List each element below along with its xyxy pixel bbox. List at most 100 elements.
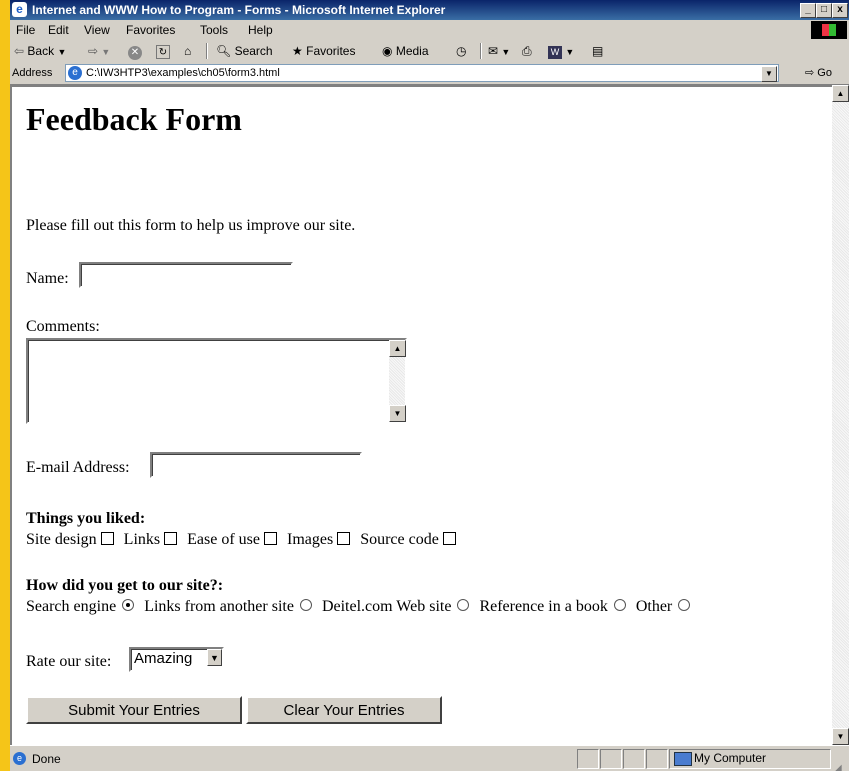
other-radio[interactable] — [678, 599, 691, 611]
how-option-label: Other — [635, 598, 673, 615]
status-cell — [623, 749, 645, 769]
scroll-down-button[interactable]: ▼ — [389, 405, 406, 422]
title-bar: e Internet and WWW How to Program - Form… — [10, 0, 849, 20]
liked-heading: Things you liked: — [26, 510, 146, 527]
address-url: C:\IW3HTP3\examples\ch05\form3.html — [86, 67, 280, 79]
submit-button[interactable]: Submit Your Entries — [26, 696, 242, 724]
liked-option-label: Site design — [26, 531, 97, 548]
status-text: Done — [32, 752, 61, 766]
favorites-button[interactable]: ★ Favorites — [292, 40, 355, 62]
name-input[interactable] — [79, 262, 293, 288]
window-title: Internet and WWW How to Program - Forms … — [32, 3, 446, 17]
search-engine-radio[interactable] — [122, 599, 135, 611]
chevron-down-icon: ▼ — [565, 47, 575, 57]
status-cell — [600, 749, 622, 769]
book-radio[interactable] — [613, 599, 626, 611]
mail-button[interactable]: ✉ ▼ — [488, 40, 510, 63]
ie-logo-icon: e — [12, 2, 27, 17]
zone-text: My Computer — [694, 751, 767, 765]
page-scrollbar[interactable]: ▲ ▼ — [832, 85, 849, 745]
ease-of-use-checkbox[interactable] — [263, 532, 277, 545]
refresh-icon: ↻ — [156, 45, 170, 59]
deitel-radio[interactable] — [457, 599, 470, 611]
chevron-down-icon: ▼ — [501, 47, 511, 57]
print-button[interactable]: ⎙ — [522, 40, 532, 62]
toolbar: ⇦ Back ▼ ⇨ ▼ ✕ ↻ ⌂ 🔍︎ Search ★ Favorites… — [10, 40, 849, 63]
page-done-icon: e — [13, 752, 26, 765]
comments-scrollbar[interactable]: ▲ ▼ — [389, 340, 406, 422]
status-bar: e Done My Computer ◢ — [10, 745, 849, 771]
address-dropdown-button[interactable]: ▼ — [761, 66, 777, 82]
page-title: Feedback Form — [26, 101, 242, 137]
menu-help[interactable]: Help — [248, 20, 273, 40]
how-options: Search engine Links from another site De… — [26, 598, 696, 616]
rate-select-value: Amazing — [134, 650, 193, 667]
liked-option-label: Images — [286, 531, 334, 548]
site-design-checkbox[interactable] — [100, 532, 114, 545]
minimize-button[interactable]: _ — [800, 3, 816, 18]
clear-button[interactable]: Clear Your Entries — [246, 696, 442, 724]
go-button[interactable]: ⇨ Go — [805, 62, 832, 84]
zone-cell: My Computer — [669, 749, 831, 769]
refresh-button[interactable]: ↻ — [156, 40, 170, 62]
media-button[interactable]: ◉ Media — [382, 40, 429, 62]
menu-file[interactable]: File — [16, 20, 35, 40]
scroll-down-button[interactable]: ▼ — [832, 728, 849, 745]
how-option-label: Links from another site — [144, 598, 294, 615]
menu-favorites[interactable]: Favorites — [126, 20, 175, 40]
menu-view[interactable]: View — [84, 20, 110, 40]
computer-icon — [674, 752, 692, 766]
scroll-up-button[interactable]: ▲ — [832, 85, 849, 102]
intro-text: Please fill out this form to help us imp… — [26, 217, 356, 234]
email-input[interactable] — [150, 452, 362, 478]
search-icon: 🔍︎ — [216, 44, 232, 58]
how-heading: How did you get to our site?: — [26, 577, 224, 594]
toolbar-separator — [480, 43, 482, 59]
close-button[interactable]: x — [832, 3, 848, 18]
liked-option-label: Links — [123, 531, 161, 548]
search-button[interactable]: 🔍︎ Search — [216, 40, 273, 62]
toolbar-separator — [206, 43, 208, 59]
discuss-button[interactable]: ▤ — [592, 40, 603, 62]
email-label: E-mail Address: — [26, 459, 130, 476]
home-button[interactable]: ⌂ — [184, 40, 191, 62]
forward-button[interactable]: ⇨ ▼ — [88, 40, 110, 63]
edit-button[interactable]: W ▼ — [548, 40, 574, 63]
history-button[interactable]: ◷ — [456, 40, 466, 62]
images-checkbox[interactable] — [337, 532, 351, 545]
how-option-label: Reference in a book — [479, 598, 608, 615]
stop-icon: ✕ — [128, 46, 142, 60]
how-option-label: Search engine — [26, 598, 117, 615]
stop-button[interactable]: ✕ — [128, 40, 142, 62]
address-label: Address — [12, 67, 53, 79]
home-icon: ⌂ — [184, 44, 192, 58]
media-icon: ◉ — [382, 44, 393, 58]
back-button[interactable]: ⇦ Back ▼ — [14, 40, 66, 63]
liked-option-label: Ease of use — [187, 531, 260, 548]
maximize-button[interactable]: □ — [816, 3, 832, 18]
source-code-checkbox[interactable] — [442, 532, 456, 545]
address-input[interactable]: e C:\IW3HTP3\examples\ch05\form3.html ▼ — [65, 64, 779, 82]
history-icon: ◷ — [456, 44, 467, 58]
links-checkbox[interactable] — [164, 532, 178, 545]
menu-edit[interactable]: Edit — [48, 20, 69, 40]
rate-select[interactable]: Amazing ▼ — [129, 647, 224, 672]
liked-options: Site design Links Ease of use Images Sou… — [26, 531, 462, 549]
resize-grip-icon[interactable]: ◢ — [834, 756, 842, 771]
scroll-up-button[interactable]: ▲ — [389, 340, 406, 357]
links-radio[interactable] — [299, 599, 312, 611]
edit-icon: W — [548, 46, 562, 59]
chevron-down-icon: ▼ — [101, 47, 111, 57]
liked-option-label: Source code — [360, 531, 439, 548]
print-icon: ⎙ — [522, 44, 532, 58]
menu-bar: File Edit View Favorites Tools Help — [10, 20, 849, 41]
name-label: Name: — [26, 270, 69, 287]
forward-arrow-icon: ⇨ — [88, 44, 99, 58]
rate-label: Rate our site: — [26, 653, 112, 670]
comments-textarea[interactable]: ▲ ▼ — [26, 338, 407, 424]
mail-icon: ✉ — [488, 44, 499, 58]
menu-tools[interactable]: Tools — [200, 20, 228, 40]
page-icon: e — [68, 66, 82, 80]
how-option-label: Deitel.com Web site — [321, 598, 452, 615]
windows-logo-icon — [811, 21, 847, 39]
